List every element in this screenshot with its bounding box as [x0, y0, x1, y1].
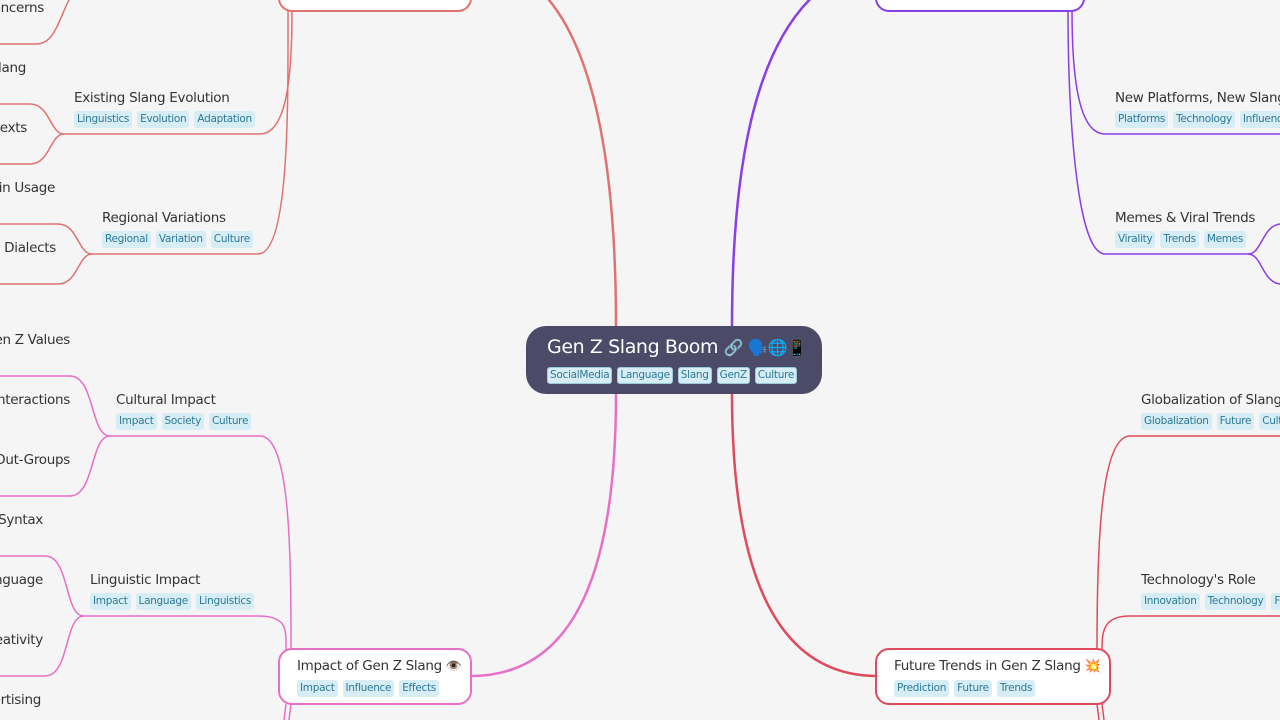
tag[interactable]: Prediction: [894, 680, 950, 697]
subtopic-title: Globalization of Slang: [1141, 392, 1280, 408]
subtopic-memes[interactable]: Memes & Viral Trends Virality Trends Mem…: [1115, 209, 1255, 248]
subtopic-title: Regional Variations: [102, 210, 226, 226]
tag[interactable]: Regional: [102, 231, 151, 248]
edge-future-down2: [1101, 703, 1105, 720]
subtopic-title: Technology's Role: [1141, 572, 1256, 588]
leaf-node[interactable]: In-Groups and Out-Groups: [0, 452, 70, 468]
edge-memes-down: [1247, 253, 1280, 285]
tag[interactable]: Culture: [754, 367, 798, 384]
collision-icon: 💥: [1084, 659, 1101, 674]
tag[interactable]: Trends: [1160, 231, 1199, 248]
subtopic-title: Linguistic Impact: [90, 572, 201, 588]
edge-existing-texts: [0, 133, 65, 165]
tag[interactable]: Influence: [342, 680, 395, 697]
subtopic-globalization[interactable]: Globalization of Slang Globalization Fut…: [1141, 391, 1280, 430]
tag[interactable]: Future: [1216, 413, 1255, 430]
tag[interactable]: SocialMedia: [547, 367, 613, 384]
edge-future-global: [1096, 435, 1280, 651]
root-title: Gen Z Slang Boom: [547, 336, 719, 358]
tag[interactable]: Effects: [399, 680, 439, 697]
edge-impact-cultural: [110, 435, 292, 651]
tag[interactable]: Platforms: [1115, 111, 1169, 128]
tag[interactable]: Linguistics: [74, 111, 133, 128]
tag[interactable]: Impact: [116, 413, 157, 430]
leaf-node[interactable]: Evolution of Language: [0, 572, 43, 588]
tag[interactable]: Variation: [155, 231, 206, 248]
subtopic-title: Existing Slang Evolution: [74, 90, 230, 106]
tag[interactable]: Influence: [1239, 111, 1280, 128]
eye-icon: 👁️: [445, 659, 462, 674]
subtopic-cultural[interactable]: Cultural Impact Impact Society Culture: [116, 391, 252, 430]
branch-node-top-right[interactable]: [875, 0, 1085, 12]
tag[interactable]: Impact: [90, 593, 131, 610]
edge-impact-down1: [288, 703, 292, 720]
leaf-node[interactable]: Slang in Advertising: [0, 692, 41, 708]
subtopic-title: Memes & Viral Trends: [1115, 210, 1256, 226]
tag[interactable]: Culture: [1259, 413, 1280, 430]
branch-node-impact[interactable]: Impact of Gen Z Slang 👁️ Impact Influenc…: [278, 648, 472, 705]
tag[interactable]: Memes: [1203, 231, 1246, 248]
leaf-node[interactable]: Concerns: [0, 0, 44, 16]
subtopic-new-platforms[interactable]: New Platforms, New Slang Platforms Techn…: [1115, 89, 1280, 128]
tag[interactable]: Future: [1271, 593, 1280, 610]
edge-future-tech: [1101, 615, 1280, 651]
tag[interactable]: Impact: [297, 680, 338, 697]
leaf-node[interactable]: Social Interactions: [0, 392, 70, 408]
subtopic-regional[interactable]: Regional Variations Regional Variation C…: [102, 209, 253, 248]
tag[interactable]: Evolution: [137, 111, 190, 128]
tag[interactable]: Trends: [996, 680, 1036, 697]
leaf-node[interactable]: Differences in Usage: [0, 180, 55, 196]
mind-map-canvas[interactable]: Gen Z Slang Boom 🔗 🗣️🌐📱 SocialMedia Lang…: [0, 0, 1280, 720]
subtopic-title: Cultural Impact: [116, 392, 216, 408]
subtopic-linguistic[interactable]: Linguistic Impact Impact Language Lingui…: [90, 571, 255, 610]
root-tags: SocialMedia Language Slang GenZ Culture: [547, 367, 822, 384]
edge-impact-down2: [283, 703, 287, 720]
tag[interactable]: Language: [135, 593, 191, 610]
root-node[interactable]: Gen Z Slang Boom 🔗 🗣️🌐📱 SocialMedia Lang…: [526, 326, 822, 394]
subtopic-title: New Platforms, New Slang: [1115, 90, 1280, 106]
subtopic-existing-slang[interactable]: Existing Slang Evolution Linguistics Evo…: [74, 89, 255, 128]
tag[interactable]: Technology: [1173, 111, 1235, 128]
tag[interactable]: Technology: [1204, 593, 1267, 610]
tag[interactable]: Society: [161, 413, 204, 430]
branch-node-top-left[interactable]: [278, 0, 472, 12]
tag[interactable]: Globalization: [1141, 413, 1212, 430]
tag[interactable]: Virality: [1115, 231, 1156, 248]
tag[interactable]: Linguistics: [195, 593, 255, 610]
leaf-node[interactable]: Linguistic Creativity: [0, 632, 43, 648]
tag[interactable]: Culture: [209, 413, 252, 430]
subtopic-technology[interactable]: Technology's Role Innovation Technology …: [1141, 571, 1280, 610]
leaf-node[interactable]: Slang: [0, 60, 26, 76]
edge-root-future: [730, 393, 877, 678]
tag[interactable]: Language: [617, 367, 673, 384]
edge-root-top-right: [730, 0, 812, 327]
edge-root-impact: [471, 393, 618, 678]
leaf-node[interactable]: Accents and Dialects: [0, 240, 56, 256]
tag[interactable]: Adaptation: [194, 111, 255, 128]
leaf-node[interactable]: Reflecting Gen Z Values: [0, 332, 70, 348]
edge-future-down1: [1096, 703, 1100, 720]
tag[interactable]: Innovation: [1141, 593, 1200, 610]
leaf-node[interactable]: Contexts: [0, 120, 27, 136]
tag[interactable]: Culture: [210, 231, 253, 248]
branch-node-future[interactable]: Future Trends in Gen Z Slang 💥 Predictio…: [875, 648, 1111, 705]
edge-regional-dialects: [0, 253, 93, 285]
branch-title: Future Trends in Gen Z Slang: [894, 658, 1081, 674]
tag[interactable]: Slang: [677, 367, 712, 384]
branch-title: Impact of Gen Z Slang: [297, 658, 442, 674]
tag[interactable]: GenZ: [716, 367, 750, 384]
root-emoji-icons: 🔗 🗣️🌐📱: [723, 338, 807, 357]
tag[interactable]: Future: [954, 680, 992, 697]
edge-impact-linguistic: [84, 615, 287, 651]
leaf-node[interactable]: Changes in Syntax: [0, 512, 43, 528]
edge-root-top-left: [547, 0, 618, 327]
